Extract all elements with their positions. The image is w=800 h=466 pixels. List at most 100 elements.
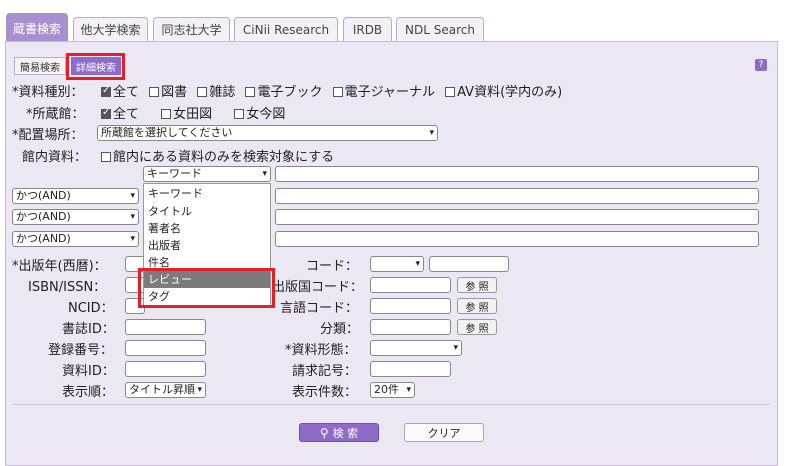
isbn-label: ISBN/ISSN：: [28, 280, 107, 295]
clear-button[interactable]: クリア: [404, 423, 484, 442]
language-ref-button[interactable]: 参 照: [457, 298, 497, 314]
chevron-down-icon: ▾: [429, 128, 434, 138]
language-code-input[interactable]: [370, 298, 451, 314]
classification-ref-button[interactable]: 参 照: [457, 319, 497, 335]
opt-label: 電子ジャーナル: [344, 85, 435, 100]
checkbox-books[interactable]: [149, 87, 160, 97]
checkbox-lib-all[interactable]: [101, 107, 111, 119]
classification-label: 分類：: [320, 322, 360, 337]
material-type-label: *資料種別：: [12, 85, 84, 100]
chevron-down-icon: ▾: [415, 259, 420, 269]
operator-select-1[interactable]: かつ(AND) ▾: [12, 188, 139, 204]
checkbox-av[interactable]: [445, 87, 456, 97]
code-label: コード：: [306, 259, 359, 274]
material-form-label: *資料形態：: [285, 343, 357, 358]
chevron-down-icon: ▾: [130, 234, 135, 244]
country-ref-button[interactable]: 参 照: [457, 277, 497, 293]
bibid-input[interactable]: [125, 319, 206, 335]
operator-value: かつ(AND): [16, 210, 71, 223]
bibid-label: 書誌ID：: [62, 322, 115, 337]
opt-label: 全て: [113, 85, 140, 100]
opt-label: 電子ブック: [257, 85, 323, 100]
in-library-label: 館内資料：: [22, 150, 88, 165]
in-library-option: 館内にある資料のみを検索対象にする: [101, 146, 334, 165]
library-options: 全て 女田図 女今図: [101, 103, 285, 122]
keyword-input-2[interactable]: [275, 188, 759, 204]
sort-label: 表示順：: [62, 385, 115, 400]
chevron-down-icon: ▾: [130, 212, 135, 222]
opt-label: 図書: [161, 85, 188, 100]
chevron-down-icon: ▾: [197, 385, 202, 395]
operator-value: かつ(AND): [16, 232, 71, 245]
checkbox-in-library[interactable]: [101, 152, 111, 162]
code-select[interactable]: ▾: [370, 256, 424, 272]
opt-label: 女田図: [173, 107, 213, 122]
checkbox-ejournals[interactable]: [332, 87, 343, 97]
sort-select[interactable]: タイトル昇順 ▾: [125, 382, 206, 398]
count-value: 20件: [374, 383, 399, 396]
material-form-select[interactable]: ▾: [370, 340, 462, 356]
highlight-dropdown: [138, 268, 275, 308]
regno-label: 登録番号：: [48, 343, 114, 358]
language-code-label: 言語コード：: [280, 301, 359, 316]
material-type-options: 全て 図書 雑誌 電子ブック 電子ジャーナル AV資料(学内のみ): [101, 81, 562, 100]
opt-label: 女今図: [246, 107, 286, 122]
checkbox-all[interactable]: [101, 85, 111, 97]
chevron-down-icon: ▾: [406, 385, 411, 395]
checkbox-journals[interactable]: [197, 87, 208, 97]
keyword-input-4[interactable]: [275, 231, 759, 247]
opt-label: 雑誌: [209, 85, 236, 100]
opt-label: AV資料(学内のみ): [457, 85, 563, 100]
ncid-label: NCID：: [68, 301, 114, 316]
chevron-down-icon: ▾: [130, 191, 135, 201]
itemid-input[interactable]: [125, 361, 206, 377]
checkbox-lib-1[interactable]: [161, 109, 172, 119]
classification-input[interactable]: [370, 319, 451, 335]
checkbox-lib-2[interactable]: [234, 109, 245, 119]
keyword-input-3[interactable]: [275, 209, 759, 225]
code-input[interactable]: [429, 256, 509, 272]
opt-label: 館内にある資料のみを検索対象にする: [113, 150, 335, 165]
field-select-1[interactable]: キーワード ▾: [143, 166, 271, 182]
location-label: *配置場所：: [12, 128, 84, 143]
tab-cinii[interactable]: CiNii Research: [234, 17, 338, 41]
tab-other-univ[interactable]: 他大学検索: [73, 17, 148, 41]
location-value: 所蔵館を選択してください: [101, 126, 233, 139]
regno-input[interactable]: [125, 340, 206, 356]
opt-label: 全て: [113, 107, 140, 122]
keyword-input-1[interactable]: [275, 166, 759, 182]
dropdown-option[interactable]: 出版者: [144, 237, 270, 254]
display-count-select[interactable]: 20件 ▾: [370, 382, 415, 398]
highlight-advanced: [66, 53, 125, 80]
search-icon: ⚲: [319, 425, 329, 440]
tab-holdings-search[interactable]: 蔵書検索: [6, 13, 68, 43]
library-label: *所蔵館：: [26, 107, 85, 122]
help-icon[interactable]: ?: [755, 59, 767, 71]
chevron-down-icon: ▾: [262, 169, 267, 179]
tab-irdb[interactable]: IRDB: [343, 17, 392, 41]
call-number-label: 請求記号：: [292, 364, 358, 379]
country-code-input[interactable]: [370, 277, 451, 293]
dropdown-option[interactable]: タイトル: [144, 203, 270, 220]
operator-select-2[interactable]: かつ(AND) ▾: [12, 209, 139, 225]
operator-select-3[interactable]: かつ(AND) ▾: [12, 231, 139, 247]
tab-doshisha[interactable]: 同志社大学: [153, 17, 230, 41]
operator-value: かつ(AND): [16, 189, 71, 202]
field-value: キーワード: [147, 167, 202, 180]
search-button[interactable]: ⚲ 検 索: [299, 423, 379, 442]
dropdown-option[interactable]: 著者名: [144, 220, 270, 237]
location-select[interactable]: 所蔵館を選択してください ▾: [97, 125, 438, 141]
sort-value: タイトル昇順: [129, 383, 195, 396]
itemid-label: 資料ID：: [62, 364, 115, 379]
tab-ndl[interactable]: NDL Search: [396, 17, 484, 41]
checkbox-ebooks[interactable]: [245, 87, 256, 97]
chevron-down-icon: ▾: [453, 343, 458, 353]
simple-search-button[interactable]: 簡易検索: [14, 57, 66, 75]
country-code-label: 出版国コード：: [272, 280, 364, 295]
call-number-input[interactable]: [370, 361, 451, 377]
divider: [12, 404, 770, 405]
display-count-label: 表示件数：: [292, 385, 358, 400]
search-button-label: 検 索: [332, 426, 359, 440]
pubyear-label: *出版年(西暦)：: [12, 259, 107, 274]
dropdown-option[interactable]: キーワード: [144, 185, 270, 202]
